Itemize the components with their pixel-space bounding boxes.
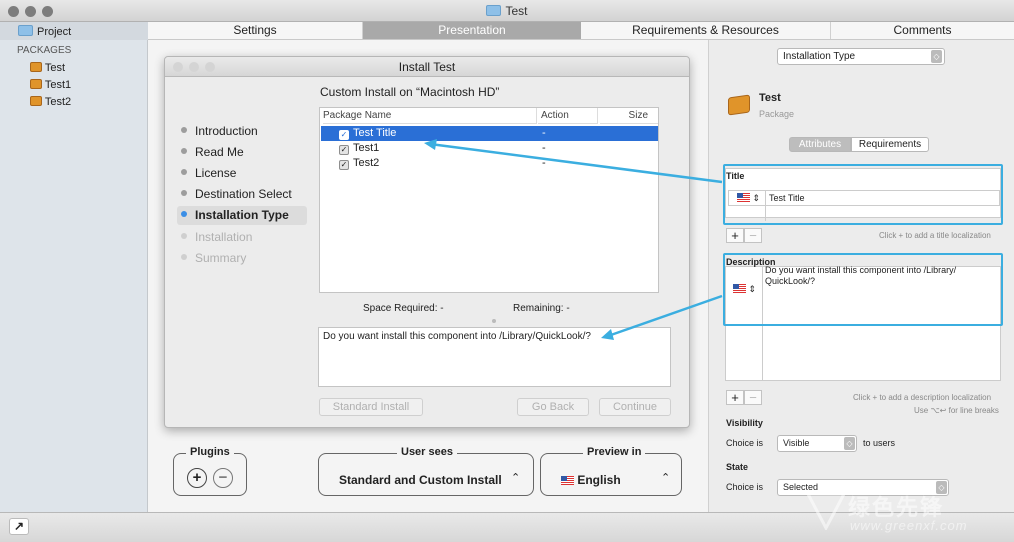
watermark-url: www.greenxf.com [850,518,968,533]
description-arrowhead-icon [601,329,614,340]
watermark: 绿色先锋 www.greenxf.com [806,488,1006,540]
callout-arrows [424,139,723,340]
watermark-logo-icon [806,492,846,530]
description-callout-arrow [607,294,723,338]
title-arrowhead-icon [424,139,437,150]
arrow-up-right-icon[interactable]: ↗ [9,518,29,535]
title-callout-arrow [429,142,723,184]
